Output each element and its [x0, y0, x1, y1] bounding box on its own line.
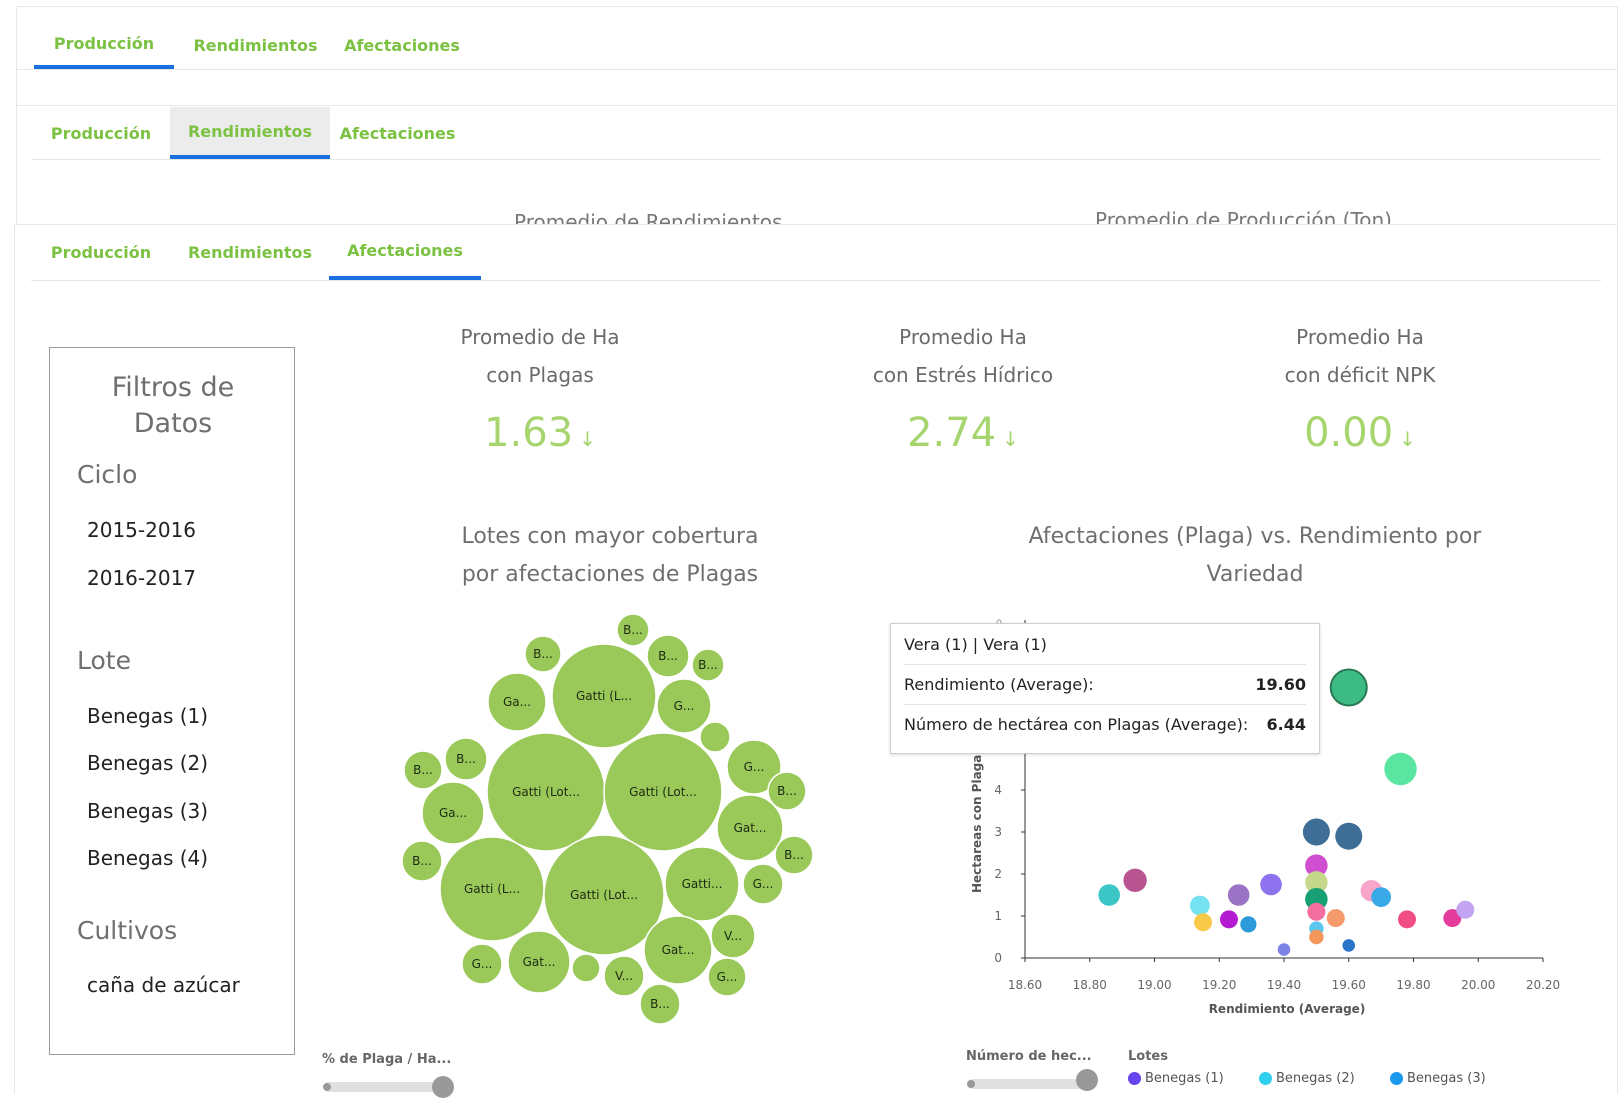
slider-hectareas-track[interactable]	[968, 1079, 1093, 1089]
filter-lote-benegas-2[interactable]: Benegas (2)	[87, 751, 208, 775]
legend-item-benegas-1[interactable]: Benegas (1)	[1128, 1071, 1224, 1086]
kpi-estres-number: 2.74	[907, 410, 997, 456]
slider-plaga-max-handle[interactable]	[432, 1076, 454, 1098]
filter-heading-cultivos: Cultivos	[77, 916, 178, 945]
filter-ciclo-2015-2016[interactable]: 2015-2016	[87, 518, 196, 542]
tab-divider	[17, 69, 1617, 70]
kpi-estres-value: 2.74 ↓	[800, 410, 1126, 456]
legend-label: Benegas (2)	[1276, 1071, 1355, 1086]
scatter-chart-title-line1: Afectaciones (Plaga) vs. Rendimiento por	[1028, 524, 1482, 549]
kpi-plagas-number: 1.63	[484, 410, 574, 456]
slider-hectareas-label: Número de hec...	[966, 1049, 1092, 1064]
kpi-estres-label: Promedio Ha con Estrés Hídrico	[800, 318, 1126, 394]
tab-produccion[interactable]: Producción	[31, 225, 171, 280]
kpi-plagas-label-line1: Promedio de Ha	[460, 325, 620, 349]
legend-item-benegas-3[interactable]: Benegas (3)	[1390, 1071, 1486, 1086]
dashboard-panel-produccion: Producción Rendimientos Afectaciones	[16, 6, 1618, 106]
tab-divider	[32, 159, 1601, 160]
tab-divider	[31, 280, 1601, 281]
down-arrow-icon: ↓	[1399, 427, 1416, 451]
filters-title: Filtros de Datos	[50, 370, 296, 442]
legend-swatch	[1128, 1072, 1141, 1085]
tooltip-title: Vera (1) | Vera (1)	[904, 634, 1047, 654]
filter-heading-lote: Lote	[77, 646, 131, 675]
scatter-tooltip: Vera (1) | Vera (1) Rendimiento (Average…	[890, 623, 1320, 754]
filter-heading-ciclo: Ciclo	[77, 460, 138, 489]
slider-plaga-min-handle[interactable]	[323, 1083, 331, 1091]
kpi-estres-label-line1: Promedio Ha	[899, 325, 1027, 349]
slider-plaga-label: % de Plaga / Ha...	[322, 1052, 452, 1067]
filter-lote-benegas-1[interactable]: Benegas (1)	[87, 704, 208, 728]
bubble-chart-title-line1: Lotes con mayor cobertura	[461, 524, 759, 549]
kpi-plagas-value: 1.63 ↓	[380, 410, 700, 456]
tooltip-rendimiento-label: Rendimiento (Average):	[904, 674, 1094, 694]
kpi-npk-value: 0.00 ↓	[1200, 410, 1520, 456]
tooltip-title-row: Vera (1) | Vera (1)	[904, 624, 1306, 665]
tab-produccion[interactable]: Producción	[34, 22, 174, 69]
data-filters-panel: Filtros de Datos Ciclo 2015-2016 2016-20…	[49, 347, 295, 1055]
slider-hectareas-min-handle[interactable]	[967, 1080, 975, 1088]
legend-swatch	[1390, 1072, 1403, 1085]
dashboard-panel-rendimientos: Producción Rendimientos Afectaciones Pro…	[16, 106, 1618, 234]
tooltip-plagas-value: 6.44	[1266, 714, 1306, 734]
filter-lote-benegas-3[interactable]: Benegas (3)	[87, 799, 208, 823]
bubble-chart-title: Lotes con mayor cobertura por afectacion…	[400, 518, 820, 594]
legend-swatch	[1259, 1072, 1272, 1085]
filter-lote-benegas-4[interactable]: Benegas (4)	[87, 846, 208, 870]
tab-afectaciones[interactable]: Afectaciones	[330, 107, 465, 159]
kpi-plagas-label-line2: con Plagas	[486, 363, 594, 387]
tab-afectaciones[interactable]: Afectaciones	[329, 225, 481, 280]
kpi-npk-label-line2: con déficit NPK	[1284, 363, 1436, 387]
filters-title-line2: Datos	[133, 408, 213, 439]
tab-rendimientos[interactable]: Rendimientos	[171, 225, 329, 280]
down-arrow-icon: ↓	[1002, 427, 1019, 451]
kpi-estres-label-line2: con Estrés Hídrico	[872, 363, 1054, 387]
tooltip-plagas-row: Número de hectárea con Plagas (Average):…	[904, 704, 1306, 744]
legend-item-benegas-2[interactable]: Benegas (2)	[1259, 1071, 1355, 1086]
scatter-chart-title-line2: Variedad	[1206, 562, 1304, 587]
slider-hectareas-max-handle[interactable]	[1076, 1069, 1098, 1091]
filter-ciclo-2016-2017[interactable]: 2016-2017	[87, 566, 196, 590]
tooltip-rendimiento-value: 19.60	[1255, 674, 1306, 694]
bubble-chart-title-line2: por afectaciones de Plagas	[461, 562, 759, 587]
kpi-npk-label-line1: Promedio Ha	[1296, 325, 1424, 349]
tooltip-rendimiento-row: Rendimiento (Average): 19.60	[904, 664, 1306, 705]
tooltip-plagas-label: Número de hectárea con Plagas (Average):	[904, 714, 1249, 734]
legend-label: Benegas (1)	[1145, 1071, 1224, 1086]
kpi-npk-number: 0.00	[1304, 410, 1394, 456]
tab-rendimientos[interactable]: Rendimientos	[170, 107, 330, 159]
legend-title: Lotes	[1128, 1049, 1168, 1064]
legend-label: Benegas (3)	[1407, 1071, 1486, 1086]
tab-afectaciones[interactable]: Afectaciones	[337, 22, 467, 69]
kpi-plagas-label: Promedio de Ha con Plagas	[380, 318, 700, 394]
tab-rendimientos[interactable]: Rendimientos	[174, 22, 337, 69]
filters-title-line1: Filtros de	[111, 372, 235, 403]
kpi-npk-label: Promedio Ha con déficit NPK	[1200, 318, 1520, 394]
tab-produccion[interactable]: Producción	[32, 107, 170, 159]
down-arrow-icon: ↓	[579, 427, 596, 451]
filter-cultivo-cana[interactable]: caña de azúcar	[87, 973, 240, 997]
scatter-chart-title: Afectaciones (Plaga) vs. Rendimiento por…	[980, 518, 1530, 594]
